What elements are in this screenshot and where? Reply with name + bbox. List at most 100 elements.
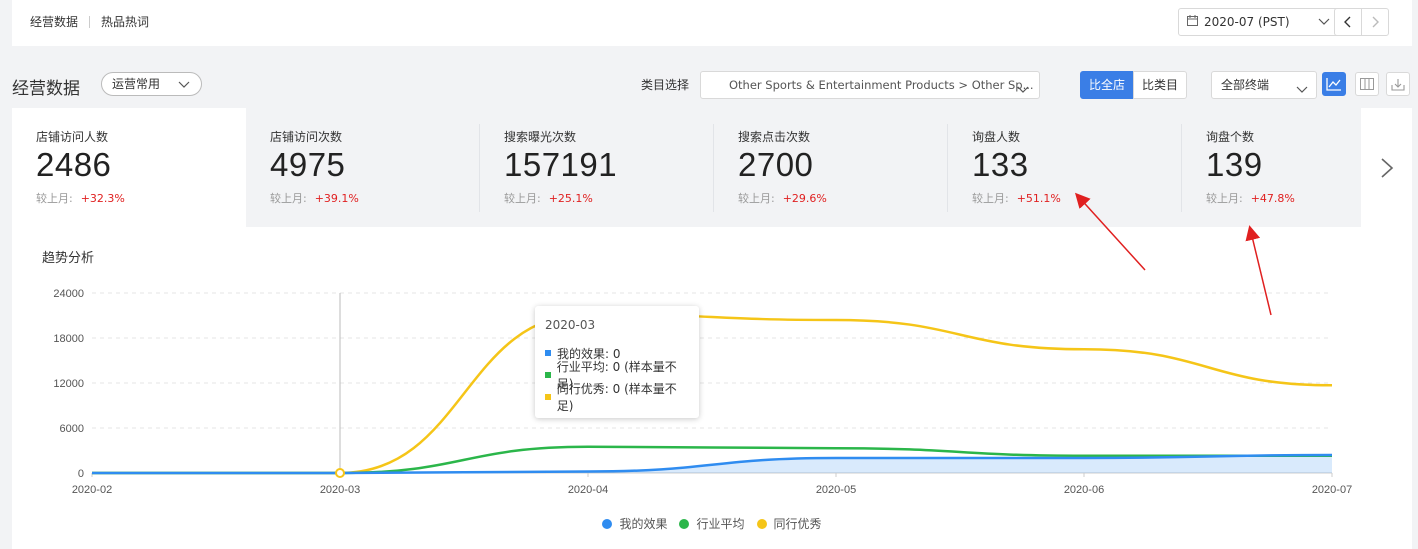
kpi-compare-value: +51.1%: [1016, 192, 1061, 205]
kpi-compare: 较上月: +29.6%: [738, 190, 827, 206]
kpi-compare: 较上月: +51.1%: [972, 190, 1061, 206]
kpi-label: 搜索曝光次数: [504, 130, 577, 144]
legend-item-peer[interactable]: 同行优秀: [756, 515, 822, 532]
trend-panel: 趋势分析 0 6000 12000 18000 24000 2020-02 2020-03 2…: [12, 227, 1412, 549]
line-chart-icon: [1326, 78, 1341, 91]
table-icon: [1360, 78, 1374, 90]
tooltip-title: 2020-03: [545, 318, 596, 332]
kpi-compare: 较上月: +47.8%: [1206, 190, 1295, 206]
kpi-compare: 较上月: +25.1%: [504, 190, 593, 206]
tooltip-dot: [545, 350, 551, 356]
kpi-label: 店铺访问人数: [36, 130, 109, 144]
category-value: Other Sports & Entertainment Products > …: [729, 78, 1034, 92]
tooltip-dot: [545, 394, 551, 400]
top-bar: 经营数据 热品热词 2020-07 (PST): [12, 0, 1412, 46]
next-month-button[interactable]: [1361, 8, 1389, 36]
chart-tooltip: 2020-03 我的效果: 0 行业平均: 0 (样本量不足) 同行优秀: 0 …: [535, 306, 699, 418]
legend-dot: [602, 518, 613, 529]
chevron-down-icon: [1318, 15, 1330, 30]
x-tick-label: 2020-07: [1312, 484, 1352, 496]
nav-divider: [89, 15, 91, 28]
x-tick-label: 2020-06: [1064, 484, 1104, 496]
kpi-compare-value: +25.1%: [548, 192, 593, 205]
legend-label: 我的效果: [619, 517, 668, 531]
chevron-down-icon: [1296, 78, 1308, 104]
table-view-button[interactable]: [1355, 72, 1379, 96]
compare-category-button[interactable]: 比类目: [1133, 71, 1187, 99]
kpi-cards: 店铺访问人数 2486 较上月: +32.3% 店铺访问次数 4975 较上月: +…: [12, 108, 1412, 227]
chart-legend: 我的效果 行业平均 同行优秀: [12, 515, 1412, 532]
kpi-value: 139: [1206, 146, 1263, 183]
kpi-compare: 较上月: +32.3%: [36, 190, 125, 206]
metric-group-value: 运营常用: [112, 77, 161, 91]
download-icon: [1391, 78, 1405, 91]
kpi-compare-label: 较上月:: [270, 192, 307, 205]
prev-month-button[interactable]: [1334, 8, 1362, 36]
kpi-value: 157191: [504, 146, 618, 183]
kpi-card-search-clicks[interactable]: 搜索点击次数 2700 较上月: +29.6%: [714, 108, 948, 227]
legend-dot: [756, 518, 767, 529]
chevron-down-icon: [1017, 78, 1029, 98]
kpi-label: 店铺访问次数: [270, 130, 343, 144]
kpi-compare-value: +39.1%: [314, 192, 359, 205]
kpi-compare-value: +32.3%: [80, 192, 125, 205]
kpi-card-store-visitors[interactable]: 店铺访问人数 2486 较上月: +32.3%: [12, 108, 246, 227]
tab-hot-words[interactable]: 热品热词: [101, 13, 149, 30]
download-button[interactable]: [1386, 72, 1410, 96]
terminal-value: 全部终端: [1221, 78, 1270, 92]
y-tick-label: 0: [78, 468, 84, 480]
x-tick-label: 2020-02: [72, 484, 112, 496]
top-nav: 经营数据 热品热词: [30, 13, 149, 30]
kpi-label: 询盘个数: [1206, 130, 1255, 144]
kpi-compare: 较上月: +39.1%: [270, 190, 359, 206]
y-tick-label: 24000: [53, 288, 84, 300]
kpi-value: 133: [972, 146, 1029, 183]
legend-item-industry[interactable]: 行业平均: [679, 515, 745, 532]
month-selector[interactable]: 2020-07 (PST): [1178, 8, 1341, 36]
section-title: 经营数据: [12, 79, 80, 99]
kpi-compare-label: 较上月:: [738, 192, 775, 205]
metric-group-select[interactable]: 运营常用: [101, 72, 202, 96]
kpi-compare-label: 较上月:: [1206, 192, 1243, 205]
category-select[interactable]: Other Sports & Entertainment Products > …: [700, 71, 1040, 99]
kpi-value: 4975: [270, 146, 346, 183]
x-tick-label: 2020-05: [816, 484, 856, 496]
kpi-card-store-visits[interactable]: 店铺访问次数 4975 较上月: +39.1%: [246, 108, 480, 227]
chevron-down-icon: [177, 76, 191, 98]
hover-point: [335, 468, 345, 478]
legend-dot: [679, 518, 690, 529]
calendar-icon: [1187, 15, 1198, 29]
kpi-card-inquiry-count[interactable]: 询盘个数 139 较上月: +47.8%: [1182, 108, 1361, 227]
cards-next-button[interactable]: [1361, 108, 1412, 227]
month-value: 2020-07 (PST): [1204, 15, 1290, 29]
x-tick-label: 2020-03: [320, 484, 360, 496]
kpi-compare-label: 较上月:: [36, 192, 73, 205]
terminal-select[interactable]: 全部终端: [1211, 71, 1317, 99]
kpi-compare-label: 较上月:: [504, 192, 541, 205]
tab-operating-data[interactable]: 经营数据: [30, 13, 78, 30]
kpi-card-inquiry-users[interactable]: 询盘人数 133 较上月: +51.1%: [948, 108, 1182, 227]
y-tick-label: 18000: [53, 333, 84, 345]
legend-item-mine[interactable]: 我的效果: [602, 515, 667, 532]
kpi-label: 搜索点击次数: [738, 130, 811, 144]
kpi-value: 2700: [738, 146, 814, 183]
kpi-label: 询盘人数: [972, 130, 1021, 144]
chevron-right-icon: [1380, 157, 1393, 178]
kpi-compare-value: +47.8%: [1250, 192, 1295, 205]
legend-label: 行业平均: [696, 517, 745, 531]
tooltip-row-peer: 同行优秀: 0 (样本量不足): [545, 382, 689, 413]
category-label: 类目选择: [641, 78, 690, 92]
y-tick-label: 6000: [60, 423, 84, 435]
tooltip-dot: [545, 372, 551, 378]
legend-label: 同行优秀: [773, 517, 822, 531]
y-tick-label: 12000: [53, 378, 84, 390]
trend-chart[interactable]: 060001200018000240002020-02 2020-03 2020-0…: [12, 227, 1412, 507]
kpi-compare-label: 较上月:: [972, 192, 1009, 205]
kpi-compare-value: +29.6%: [782, 192, 827, 205]
kpi-card-search-impressions[interactable]: 搜索曝光次数 157191 较上月: +25.1%: [480, 108, 714, 227]
x-tick-label: 2020-04: [568, 484, 608, 496]
compare-all-store-button[interactable]: 比全店: [1080, 71, 1134, 99]
line-chart-view-button[interactable]: [1322, 72, 1346, 96]
kpi-value: 2486: [36, 146, 112, 183]
tooltip-text: 同行优秀: 0 (样本量不足): [556, 382, 677, 413]
